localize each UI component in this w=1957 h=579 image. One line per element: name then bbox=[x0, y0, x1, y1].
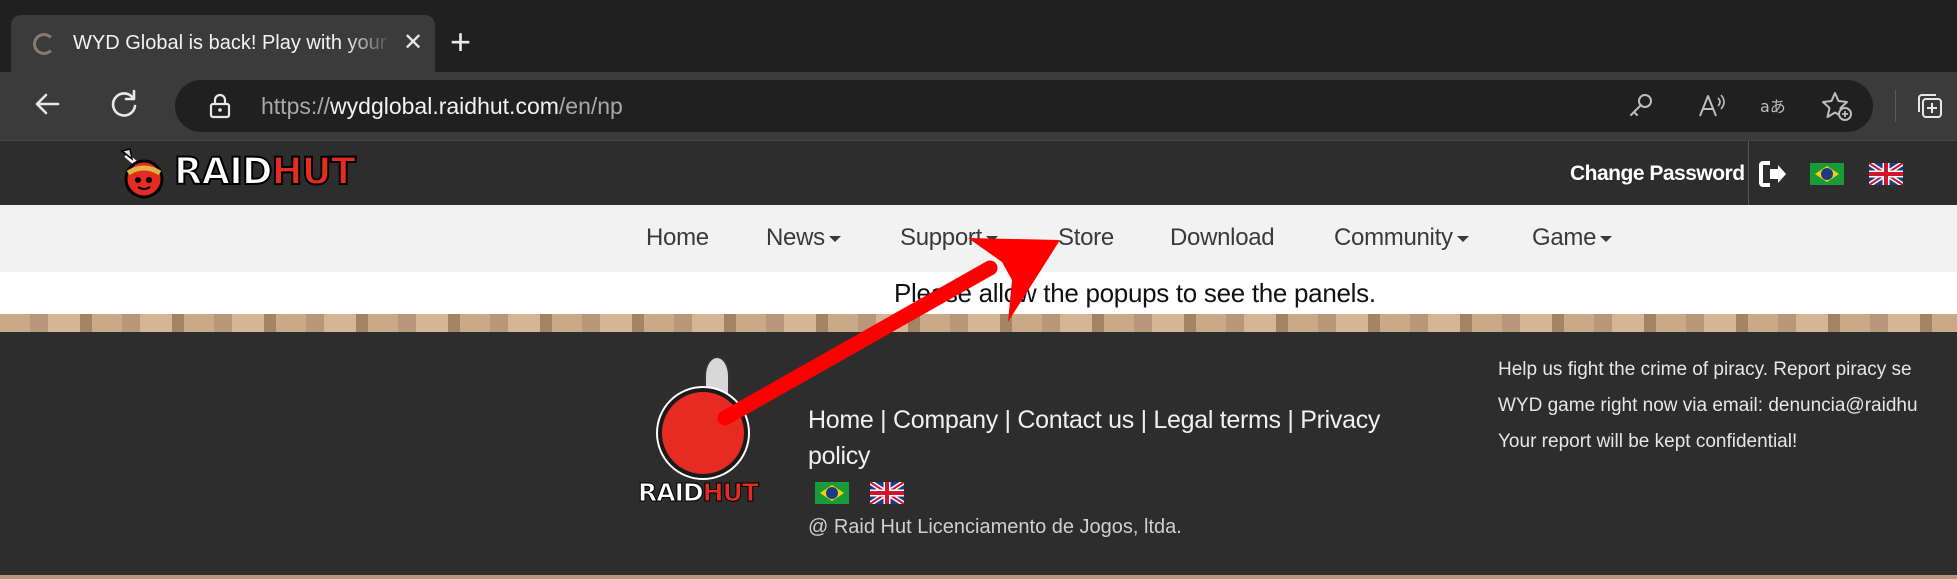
footer-raidhut-logo[interactable]: RAIDHUT bbox=[638, 356, 768, 508]
background-artwork-strip-bottom bbox=[0, 575, 1957, 579]
piracy-line: Your report will be kept confidential! bbox=[1498, 431, 1798, 452]
mascot-icon bbox=[120, 148, 164, 199]
nav-support-label: Support bbox=[900, 224, 982, 251]
nav-store[interactable]: Store bbox=[1058, 223, 1114, 253]
chevron-down-icon bbox=[828, 235, 841, 242]
nav-news-label: News bbox=[766, 224, 825, 251]
chevron-down-icon bbox=[1600, 235, 1613, 242]
mascot-icon bbox=[658, 388, 748, 478]
popup-notice-text: Please allow the popups to see the panel… bbox=[894, 278, 1376, 308]
uk-flag-icon[interactable] bbox=[870, 482, 904, 504]
url-prefix: https:// bbox=[261, 93, 331, 119]
footer-link-separator: | bbox=[873, 406, 893, 434]
reload-icon[interactable] bbox=[106, 86, 142, 122]
browser-tab-bar: WYD Global is back! Play with your frien… bbox=[0, 0, 1957, 72]
translate-icon[interactable]: aあ bbox=[1759, 90, 1791, 122]
back-arrow-icon[interactable] bbox=[30, 86, 66, 122]
copyright-text: @ Raid Hut Licenciamento de Jogos, ltda. bbox=[808, 516, 1182, 538]
logout-icon[interactable] bbox=[1758, 159, 1788, 189]
favorite-star-icon[interactable] bbox=[1821, 90, 1853, 122]
nav-game[interactable]: Game bbox=[1532, 223, 1613, 253]
piracy-report-text: Help us fight the crime of piracy. Repor… bbox=[1498, 352, 1957, 460]
read-aloud-icon[interactable] bbox=[1695, 90, 1727, 122]
collections-icon[interactable] bbox=[1914, 90, 1946, 122]
url-text[interactable]: https://wydglobal.raidhut.com/en/np bbox=[261, 92, 623, 120]
popup-notice-bar: Please allow the popups to see the panel… bbox=[0, 272, 1957, 314]
logo-hut-text: HUT bbox=[271, 150, 357, 194]
lock-icon[interactable] bbox=[207, 93, 233, 119]
footer-link-home[interactable]: Home bbox=[808, 406, 874, 434]
piracy-line: WYD game right now via email: denuncia@r… bbox=[1498, 395, 1918, 416]
logo-raid-text: RAID bbox=[173, 150, 274, 194]
url-host: wydglobal.raidhut.com bbox=[330, 93, 559, 119]
footer-language-flags bbox=[815, 480, 915, 506]
footer-link-contact[interactable]: Contact us bbox=[1017, 406, 1134, 434]
address-bar[interactable]: https://wydglobal.raidhut.com/en/np aあ bbox=[175, 80, 1873, 132]
tab-title: WYD Global is back! Play with your frien… bbox=[73, 32, 393, 54]
browser-toolbar: https://wydglobal.raidhut.com/en/np aあ bbox=[0, 72, 1957, 140]
footer-links: Home | Company | Contact us | Legal term… bbox=[808, 402, 1408, 474]
nav-community[interactable]: Community bbox=[1334, 223, 1469, 253]
footer-link-separator: | bbox=[997, 406, 1018, 434]
nav-support[interactable]: Support bbox=[900, 223, 998, 253]
svg-text:aあ: aあ bbox=[1760, 97, 1786, 116]
footer-logo-hut-text: HUT bbox=[702, 478, 759, 508]
footer-link-legal[interactable]: Legal terms bbox=[1153, 406, 1281, 434]
close-tab-icon[interactable]: ✕ bbox=[403, 29, 423, 57]
footer-link-separator: | bbox=[1280, 406, 1301, 434]
raidhut-logo[interactable]: RAIDHUT bbox=[118, 145, 368, 201]
nav-game-label: Game bbox=[1532, 224, 1597, 251]
browser-tab[interactable]: WYD Global is back! Play with your frien… bbox=[11, 15, 435, 72]
nav-home[interactable]: Home bbox=[646, 223, 709, 253]
change-password-link[interactable]: Change Password bbox=[1570, 161, 1745, 187]
uk-flag-icon[interactable] bbox=[1869, 163, 1903, 185]
key-icon[interactable] bbox=[1625, 90, 1657, 122]
piracy-line: Help us fight the crime of piracy. Repor… bbox=[1498, 359, 1912, 380]
url-path: /en/np bbox=[558, 93, 623, 119]
toolbar-separator bbox=[1895, 90, 1896, 122]
footer-link-company[interactable]: Company bbox=[893, 406, 998, 434]
nav-community-label: Community bbox=[1334, 224, 1453, 251]
header-separator bbox=[1748, 141, 1749, 206]
chevron-down-icon bbox=[985, 235, 998, 242]
site-header: RAIDHUT Change Password bbox=[0, 140, 1957, 206]
brazil-flag-icon[interactable] bbox=[815, 482, 849, 504]
main-nav: Home News Support Store Download Communi… bbox=[0, 205, 1957, 272]
nav-news[interactable]: News bbox=[766, 223, 841, 253]
new-tab-button[interactable]: + bbox=[450, 22, 471, 62]
footer-logo-raid-text: RAID bbox=[638, 478, 705, 508]
brazil-flag-icon[interactable] bbox=[1810, 163, 1844, 185]
chevron-down-icon bbox=[1456, 235, 1469, 242]
footer-logo-wordmark: RAIDHUT bbox=[638, 478, 760, 508]
nav-download[interactable]: Download bbox=[1170, 223, 1275, 253]
background-artwork-strip bbox=[0, 314, 1957, 332]
logo-wordmark: RAIDHUT bbox=[173, 150, 357, 194]
site-favicon-icon bbox=[33, 33, 55, 55]
site-footer: RAIDHUT Home | Company | Contact us | Le… bbox=[0, 332, 1957, 575]
footer-link-separator: | bbox=[1133, 406, 1154, 434]
